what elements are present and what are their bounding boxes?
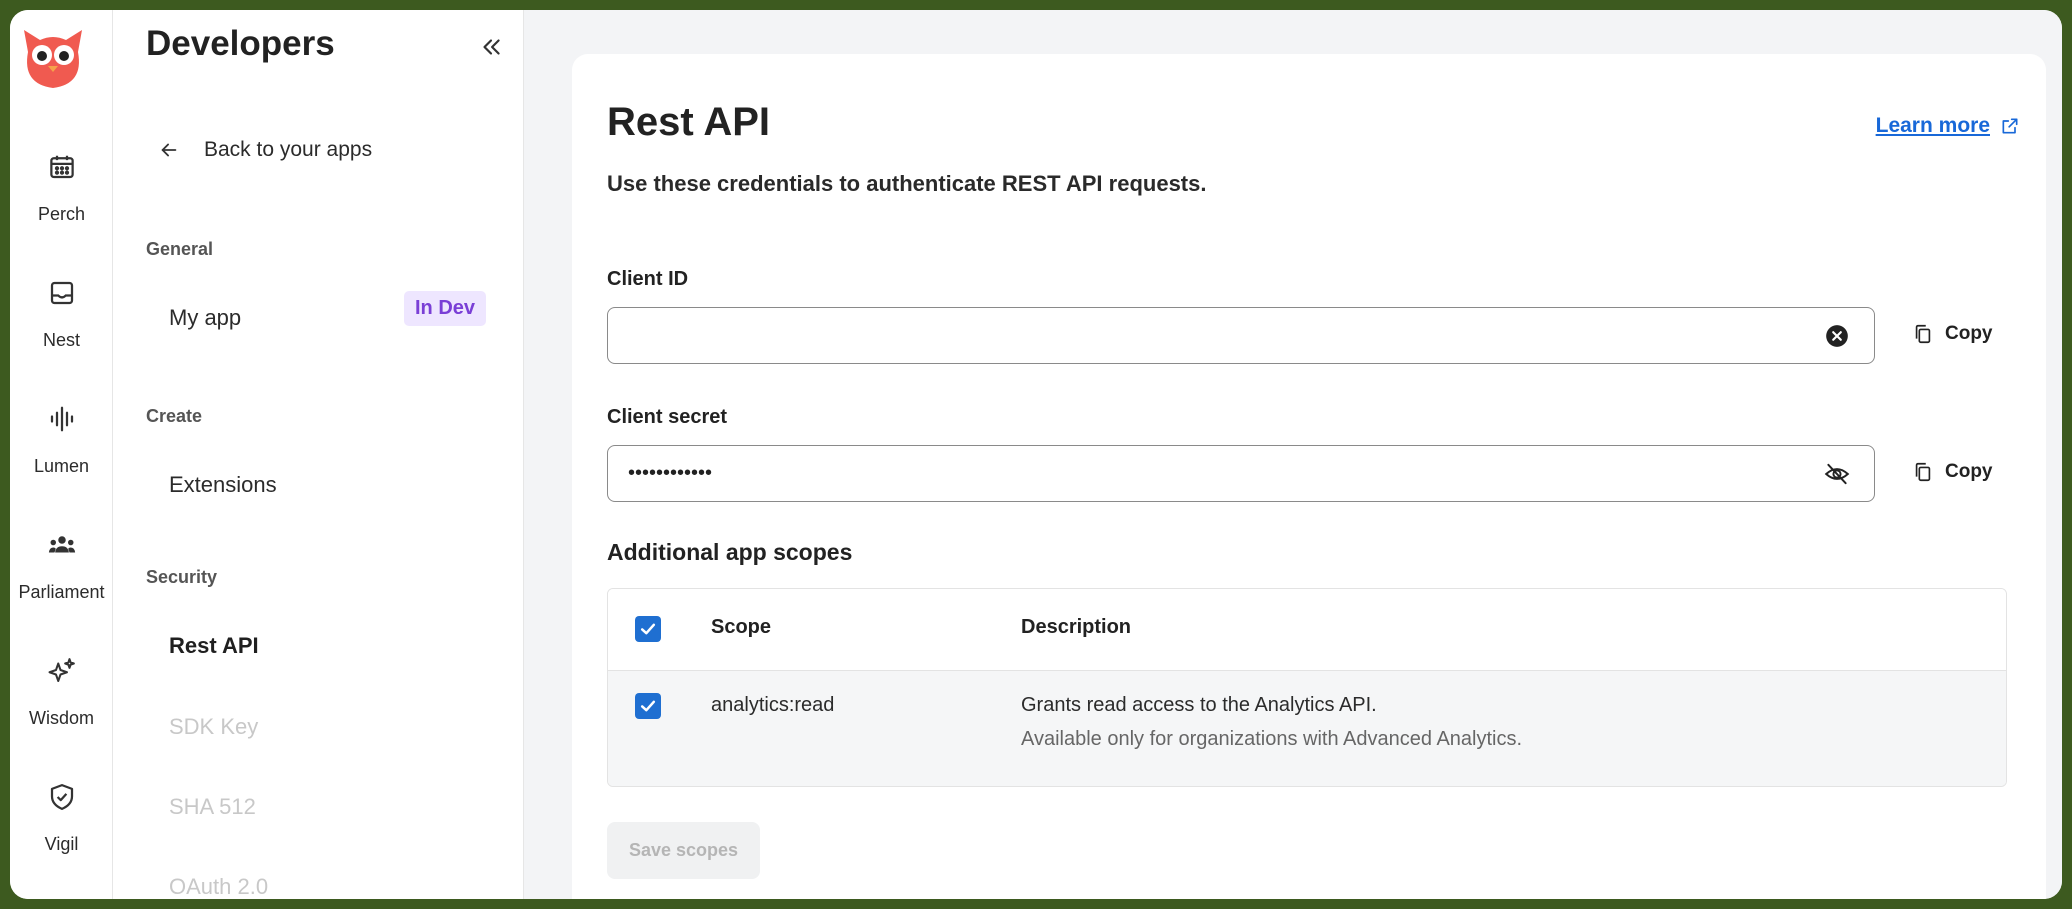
column-header-scope: Scope	[711, 616, 772, 638]
rail-label: Lumen	[33, 456, 90, 476]
app-rail: Perch Nest Lumen Parliament Wisdom Vigil	[10, 10, 113, 899]
main-content: Rest API Learn more Use these credential…	[524, 10, 2062, 899]
table-row: analytics:read Grants read access to the…	[608, 671, 2006, 786]
eye-off-icon[interactable]	[1824, 461, 1850, 487]
shield-check-icon	[50, 784, 73, 810]
client-secret-field-box	[607, 445, 1875, 502]
section-heading-security: Security	[146, 567, 218, 587]
copy-icon	[1915, 462, 1931, 482]
back-to-apps-link[interactable]: Back to your apps	[158, 138, 372, 162]
scope-name: analytics:read	[711, 694, 835, 716]
check-icon	[640, 700, 656, 712]
client-secret-label: Client secret	[607, 406, 728, 428]
sidebar-item-my-app[interactable]: My app	[169, 305, 241, 331]
scopes-table: Scope Description analytics:read Grants …	[607, 588, 2007, 787]
page-title: Rest API	[607, 100, 771, 144]
owl-logo-icon[interactable]	[18, 22, 88, 92]
rail-label: Nest	[42, 330, 80, 350]
external-link-icon	[2002, 118, 2018, 134]
developer-sidebar: Developers Back to your apps General My …	[113, 10, 524, 899]
sparkles-icon	[48, 658, 75, 682]
learn-more-label: Learn more	[1875, 114, 1990, 137]
page-subtitle: Use these credentials to authenticate RE…	[607, 171, 1207, 196]
arrow-left-icon	[161, 143, 177, 157]
copy-icon	[1915, 324, 1931, 344]
scope-checkbox[interactable]	[635, 693, 661, 719]
rail-label: Perch	[37, 204, 86, 224]
rail-item-nest[interactable]: Nest	[10, 272, 113, 382]
column-header-description: Description	[1021, 616, 1132, 638]
rail-label: Parliament	[18, 582, 105, 602]
back-to-apps-label: Back to your apps	[204, 138, 373, 161]
rail-label: Wisdom	[28, 708, 94, 728]
scope-description: Grants read access to the Analytics API.	[1021, 694, 1377, 716]
rail-label: Vigil	[44, 834, 79, 854]
rail-item-perch[interactable]: Perch	[10, 146, 113, 256]
client-id-input[interactable]	[628, 308, 1808, 363]
calendar-icon	[49, 155, 74, 179]
check-icon	[640, 623, 656, 635]
sidebar-item-rest-api[interactable]: Rest API	[169, 633, 259, 659]
sidebar-item-oauth[interactable]: OAuth 2.0	[169, 874, 268, 899]
table-header-row: Scope Description	[608, 589, 2006, 671]
collapse-sidebar-icon[interactable]	[478, 34, 504, 60]
app-window: Perch Nest Lumen Parliament Wisdom Vigil…	[10, 10, 2062, 899]
section-heading-general: General	[146, 239, 214, 259]
scope-note: Available only for organizations with Ad…	[1021, 728, 1523, 750]
sidebar-item-extensions[interactable]: Extensions	[169, 472, 277, 498]
rail-item-lumen[interactable]: Lumen	[10, 398, 113, 508]
section-heading-create: Create	[146, 406, 203, 426]
waveform-icon	[50, 406, 73, 432]
team-icon	[48, 536, 75, 553]
status-badge: In Dev	[404, 291, 487, 326]
client-id-field-box	[607, 307, 1875, 364]
client-id-label: Client ID	[607, 268, 689, 290]
clear-icon[interactable]	[1824, 323, 1850, 349]
copy-client-secret-button[interactable]: Copy	[1912, 461, 1993, 483]
copy-client-id-button[interactable]: Copy	[1912, 323, 1993, 345]
select-all-checkbox[interactable]	[635, 616, 661, 642]
rail-item-wisdom[interactable]: Wisdom	[10, 650, 113, 760]
save-scopes-button[interactable]: Save scopes	[607, 822, 761, 879]
scopes-section-title: Additional app scopes	[607, 539, 853, 565]
copy-label: Copy	[1945, 323, 1993, 344]
copy-label: Copy	[1945, 461, 1993, 482]
client-secret-input[interactable]	[628, 446, 1808, 501]
sidebar-item-sha-512[interactable]: SHA 512	[169, 794, 256, 820]
rest-api-card: Rest API Learn more Use these credential…	[572, 54, 2046, 899]
rail-item-vigil[interactable]: Vigil	[10, 776, 113, 886]
sidebar-title: Developers	[146, 24, 335, 63]
rail-item-parliament[interactable]: Parliament	[10, 524, 113, 634]
learn-more-link[interactable]: Learn more	[1876, 114, 2020, 138]
inbox-icon	[50, 281, 73, 305]
sidebar-item-sdk-key[interactable]: SDK Key	[169, 714, 258, 740]
